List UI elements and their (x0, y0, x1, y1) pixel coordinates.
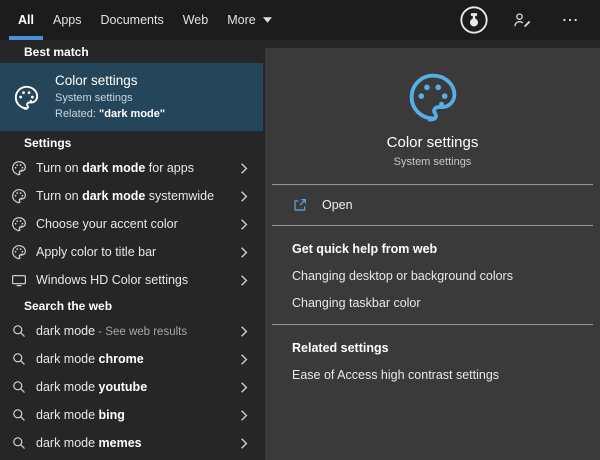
web-item-label: dark mode chrome (36, 352, 144, 366)
chevron-right-icon (240, 353, 248, 366)
web-item-label: dark mode memes (36, 436, 142, 450)
web-item-dark-mode-chrome[interactable]: dark mode chrome (0, 345, 263, 373)
tab-more-label: More (227, 0, 255, 40)
quick-help-header: Get quick help from web (292, 242, 590, 256)
tab-apps[interactable]: Apps (53, 0, 82, 40)
chevron-right-icon (240, 381, 248, 394)
search-icon (11, 323, 27, 339)
tab-all[interactable]: All (18, 0, 34, 40)
chevron-right-icon (240, 190, 248, 203)
palette-icon (11, 216, 27, 232)
settings-item-accent-color[interactable]: Choose your accent color (0, 210, 263, 238)
settings-item-label: Turn on dark mode systemwide (36, 189, 214, 203)
palette-icon (406, 70, 460, 124)
chevron-right-icon (240, 162, 248, 175)
tab-documents[interactable]: Documents (100, 0, 163, 40)
chevron-right-icon (240, 246, 248, 259)
more-options-icon[interactable] (554, 4, 586, 36)
chevron-right-icon (240, 325, 248, 338)
web-item-label: dark mode youtube (36, 380, 147, 394)
chevron-right-icon (240, 437, 248, 450)
section-header-settings: Settings (0, 131, 263, 154)
open-action[interactable]: Open (265, 185, 600, 225)
settings-item-title-bar-color[interactable]: Apply color to title bar (0, 238, 263, 266)
search-icon (11, 351, 27, 367)
topbar-actions (458, 0, 586, 40)
best-match-subtitle: System settings (55, 92, 165, 105)
chevron-down-icon (263, 17, 272, 23)
best-match-title: Color settings (55, 73, 165, 89)
related-settings-section: Related settings Ease of Access high con… (265, 325, 600, 396)
feedback-icon[interactable] (506, 4, 538, 36)
best-match-result[interactable]: Color settings System settings Related: … (0, 63, 263, 131)
web-item-label: dark mode bing (36, 408, 125, 422)
settings-item-label: Windows HD Color settings (36, 273, 188, 287)
web-item-label: dark mode - See web results (36, 324, 187, 338)
preview-title: Color settings (387, 134, 479, 151)
settings-item-label: Choose your accent color (36, 217, 178, 231)
palette-icon (11, 188, 27, 204)
palette-icon (13, 84, 40, 111)
search-icon (11, 407, 27, 423)
preview-hero: Color settings System settings (265, 48, 600, 184)
settings-item-dark-mode-apps[interactable]: Turn on dark mode for apps (0, 154, 263, 182)
help-link-desktop-colors[interactable]: Changing desktop or background colors (292, 269, 590, 283)
chevron-right-icon (240, 218, 248, 231)
chevron-right-icon (240, 274, 248, 287)
related-prefix: Related: (55, 108, 99, 120)
settings-item-label: Apply color to title bar (36, 245, 156, 259)
web-item-dark-mode-youtube[interactable]: dark mode youtube (0, 373, 263, 401)
palette-icon (11, 160, 27, 176)
quick-help-section: Get quick help from web Changing desktop… (265, 226, 600, 324)
web-item-dark-mode[interactable]: dark mode - See web results (0, 317, 263, 345)
avatar-icon[interactable] (458, 4, 490, 36)
palette-icon (11, 244, 27, 260)
section-header-search-web: Search the web (0, 294, 263, 317)
windows-search-flyout: All Apps Documents Web More (0, 0, 600, 460)
search-icon (11, 435, 27, 451)
open-action-label: Open (322, 198, 353, 212)
settings-item-hd-color[interactable]: Windows HD Color settings (0, 266, 263, 294)
web-item-dark-mode-bing[interactable]: dark mode bing (0, 401, 263, 429)
related-term: "dark mode" (99, 108, 165, 120)
display-icon (11, 272, 27, 288)
tab-web[interactable]: Web (183, 0, 208, 40)
preview-subtitle: System settings (394, 156, 472, 168)
settings-item-dark-mode-systemwide[interactable]: Turn on dark mode systemwide (0, 182, 263, 210)
search-filter-tabbar: All Apps Documents Web More (0, 0, 600, 40)
launch-icon (292, 197, 308, 213)
settings-item-label: Turn on dark mode for apps (36, 161, 194, 175)
web-item-dark-mode-memes[interactable]: dark mode memes (0, 429, 263, 457)
best-match-related: Related: "dark mode" (55, 108, 165, 121)
preview-pane: Color settings System settings Open Get … (265, 48, 600, 460)
section-header-best-match: Best match (0, 40, 263, 63)
chevron-right-icon (240, 409, 248, 422)
best-match-texts: Color settings System settings Related: … (55, 73, 165, 121)
related-link-high-contrast[interactable]: Ease of Access high contrast settings (292, 368, 590, 382)
help-link-taskbar-color[interactable]: Changing taskbar color (292, 296, 590, 310)
tab-more[interactable]: More (227, 0, 271, 40)
search-icon (11, 379, 27, 395)
results-list: Best match Color settings System setting… (0, 40, 263, 460)
related-settings-header: Related settings (292, 341, 590, 355)
